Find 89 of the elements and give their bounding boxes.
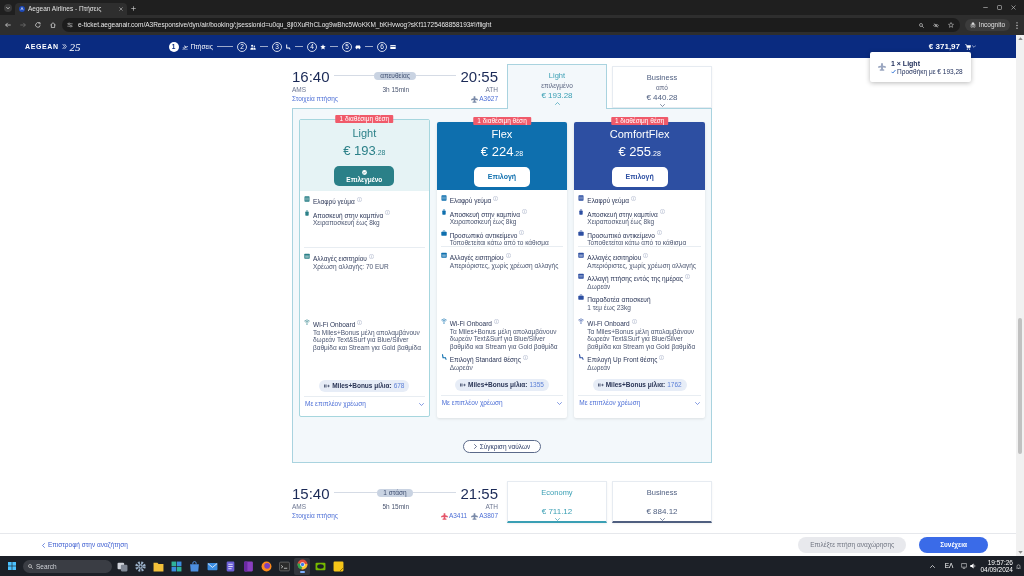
plane-icon	[878, 63, 886, 71]
wifi-icon	[440, 318, 447, 324]
calendar-icon	[304, 253, 310, 259]
hat-glasses-icon	[969, 22, 976, 28]
chevron-down-icon	[554, 518, 560, 521]
wifi-icon	[304, 319, 310, 325]
card-icon	[389, 43, 396, 50]
chevron-left-icon	[42, 542, 45, 548]
magnifier-icon[interactable]	[918, 22, 924, 28]
sliders-icon[interactable]	[67, 22, 73, 28]
arrival-time: 21:55	[460, 486, 498, 501]
briefcase-icon	[440, 229, 447, 236]
eye-logo-icon[interactable]	[314, 560, 326, 572]
calendar-icon	[440, 252, 447, 258]
chevron-up-icon	[554, 102, 560, 105]
miles-logo-icon	[597, 383, 604, 387]
speaker-icon[interactable]	[970, 563, 977, 569]
chevron-right-icon	[473, 444, 477, 449]
miles-logo-icon	[324, 384, 331, 388]
scroll-down-icon[interactable]	[1017, 551, 1023, 554]
meal-box-icon	[578, 195, 585, 201]
new-tab-icon[interactable]	[131, 6, 136, 11]
meal-box-icon	[304, 196, 310, 202]
plane-icon	[181, 43, 188, 50]
seat-icon	[578, 354, 585, 360]
sticky-note-icon[interactable]	[332, 560, 344, 572]
star-icon	[319, 43, 326, 50]
calendar-icon	[578, 273, 585, 279]
chevron-up-icon[interactable]	[929, 564, 935, 568]
envelope-icon[interactable]	[206, 560, 218, 572]
fare-name: ComfortFlex	[609, 128, 670, 140]
window-stack-icon[interactable]	[116, 560, 128, 572]
meal-box-icon	[440, 195, 447, 201]
suitcase-icon	[440, 208, 447, 215]
monitor-icon[interactable]	[961, 563, 968, 569]
cart-total: € 371,97	[928, 42, 960, 51]
folder-icon[interactable]	[152, 560, 164, 572]
document-icon[interactable]	[224, 560, 236, 572]
seat-icon	[284, 43, 291, 50]
tab-menu-icon[interactable]	[4, 4, 12, 12]
scroll-up-icon[interactable]	[1017, 37, 1023, 40]
departure-time: 16:40	[292, 69, 330, 84]
bell-icon[interactable]	[1016, 563, 1021, 569]
check-circle-icon	[361, 169, 367, 175]
people-icon	[249, 43, 256, 50]
search-icon	[28, 563, 33, 569]
notebook-icon[interactable]	[242, 560, 254, 572]
chevron-down-icon	[557, 401, 563, 405]
reload-icon[interactable]	[35, 22, 41, 28]
suitcase-icon	[578, 208, 585, 215]
briefcase-icon	[578, 294, 585, 300]
circle-logo-icon[interactable]	[260, 560, 272, 572]
maximize-icon[interactable]	[997, 5, 1002, 10]
chevron-down-icon[interactable]	[972, 45, 976, 48]
fare-name: Flex	[491, 128, 513, 140]
seat-icon	[440, 354, 447, 360]
calendar-icon	[578, 252, 585, 258]
start-icon[interactable]	[8, 562, 16, 570]
double-chevron-logo-icon	[61, 43, 67, 50]
departure-time: 15:40	[292, 486, 330, 501]
arrival-time: 20:55	[460, 69, 498, 84]
chevron-down-icon	[695, 401, 700, 405]
minimize-icon[interactable]	[983, 5, 988, 10]
suitcase-icon	[304, 209, 310, 216]
terminal-icon[interactable]	[278, 560, 290, 572]
wifi-icon	[578, 318, 585, 324]
shopping-bag-icon[interactable]	[188, 560, 200, 572]
home-icon[interactable]	[50, 22, 56, 28]
briefcase-icon	[578, 229, 585, 236]
scrollbar-thumb[interactable]	[1018, 318, 1022, 454]
close-icon[interactable]	[1011, 5, 1016, 10]
favicon-icon	[19, 6, 25, 12]
fare-name: Light	[352, 127, 377, 139]
bookmark-star-icon[interactable]	[947, 22, 954, 28]
chevron-down-icon	[418, 402, 424, 406]
eye-slash-icon[interactable]	[932, 22, 939, 28]
active-app-button[interactable]	[294, 557, 310, 575]
gear-icon[interactable]	[134, 560, 146, 572]
miles-logo-icon	[460, 383, 467, 387]
back-icon[interactable]	[5, 22, 11, 28]
check-icon	[891, 69, 896, 74]
car-icon	[354, 43, 361, 50]
tiles-icon[interactable]	[170, 560, 182, 572]
chevron-down-icon	[659, 104, 665, 107]
ring-logo-icon	[296, 559, 308, 571]
close-icon[interactable]	[119, 7, 123, 11]
cart-icon[interactable]	[965, 43, 971, 50]
chevron-down-icon	[659, 518, 665, 521]
anniversary-logo: 25	[69, 40, 81, 53]
